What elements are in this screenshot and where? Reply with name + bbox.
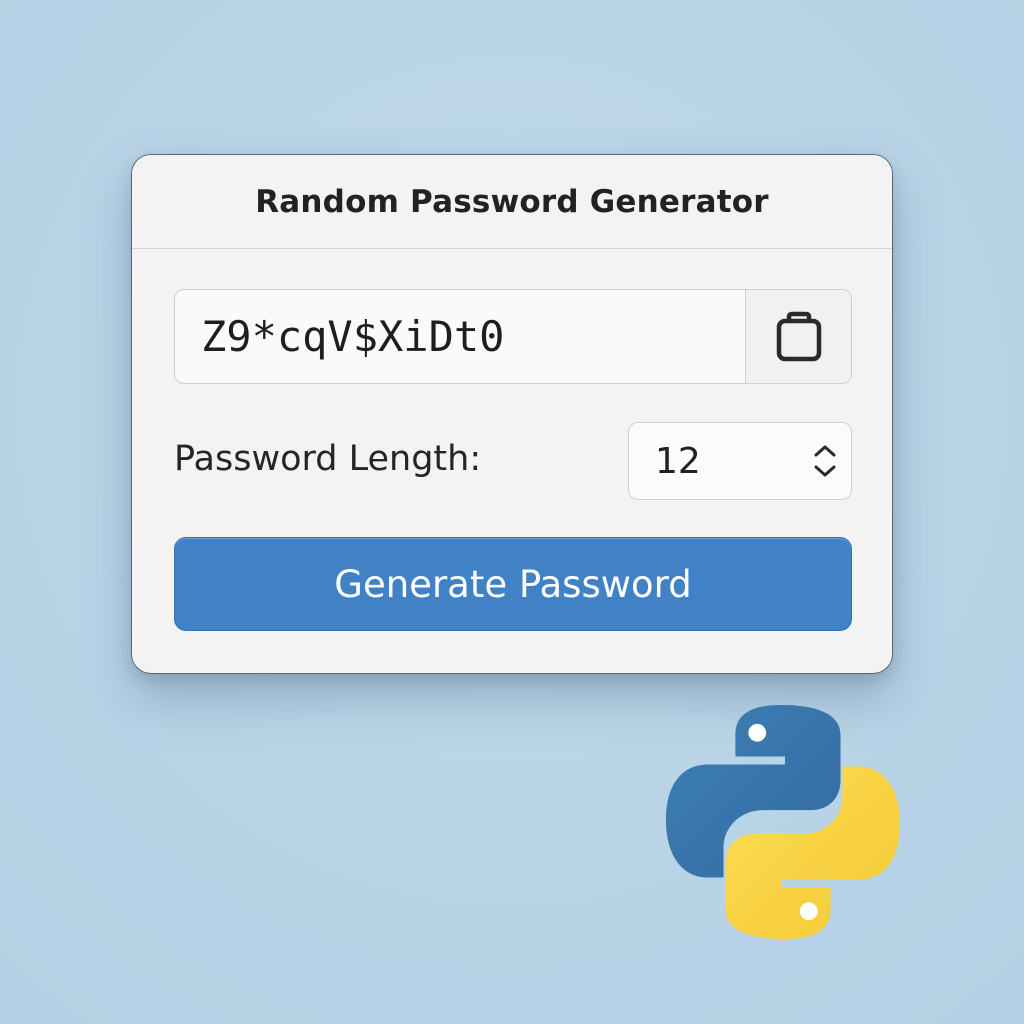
- copy-button[interactable]: [745, 290, 851, 383]
- password-output-group: Z9*cqV$XiDt0: [174, 289, 852, 384]
- password-length-stepper[interactable]: 12: [628, 422, 852, 500]
- generate-password-button[interactable]: Generate Password: [174, 537, 852, 631]
- python-logo: [665, 704, 901, 940]
- stepper-arrows[interactable]: [799, 423, 851, 499]
- chevron-down-icon[interactable]: [813, 464, 837, 478]
- password-length-label: Password Length:: [174, 439, 482, 479]
- app-window: Random Password Generator Z9*cqV$XiDt0 P…: [131, 154, 893, 674]
- window-title: Random Password Generator: [255, 183, 769, 220]
- password-length-value[interactable]: 12: [629, 441, 799, 482]
- password-output-field[interactable]: Z9*cqV$XiDt0: [175, 290, 745, 383]
- title-bar: Random Password Generator: [132, 155, 892, 249]
- clipboard-icon: [776, 311, 821, 361]
- chevron-up-icon[interactable]: [813, 444, 837, 458]
